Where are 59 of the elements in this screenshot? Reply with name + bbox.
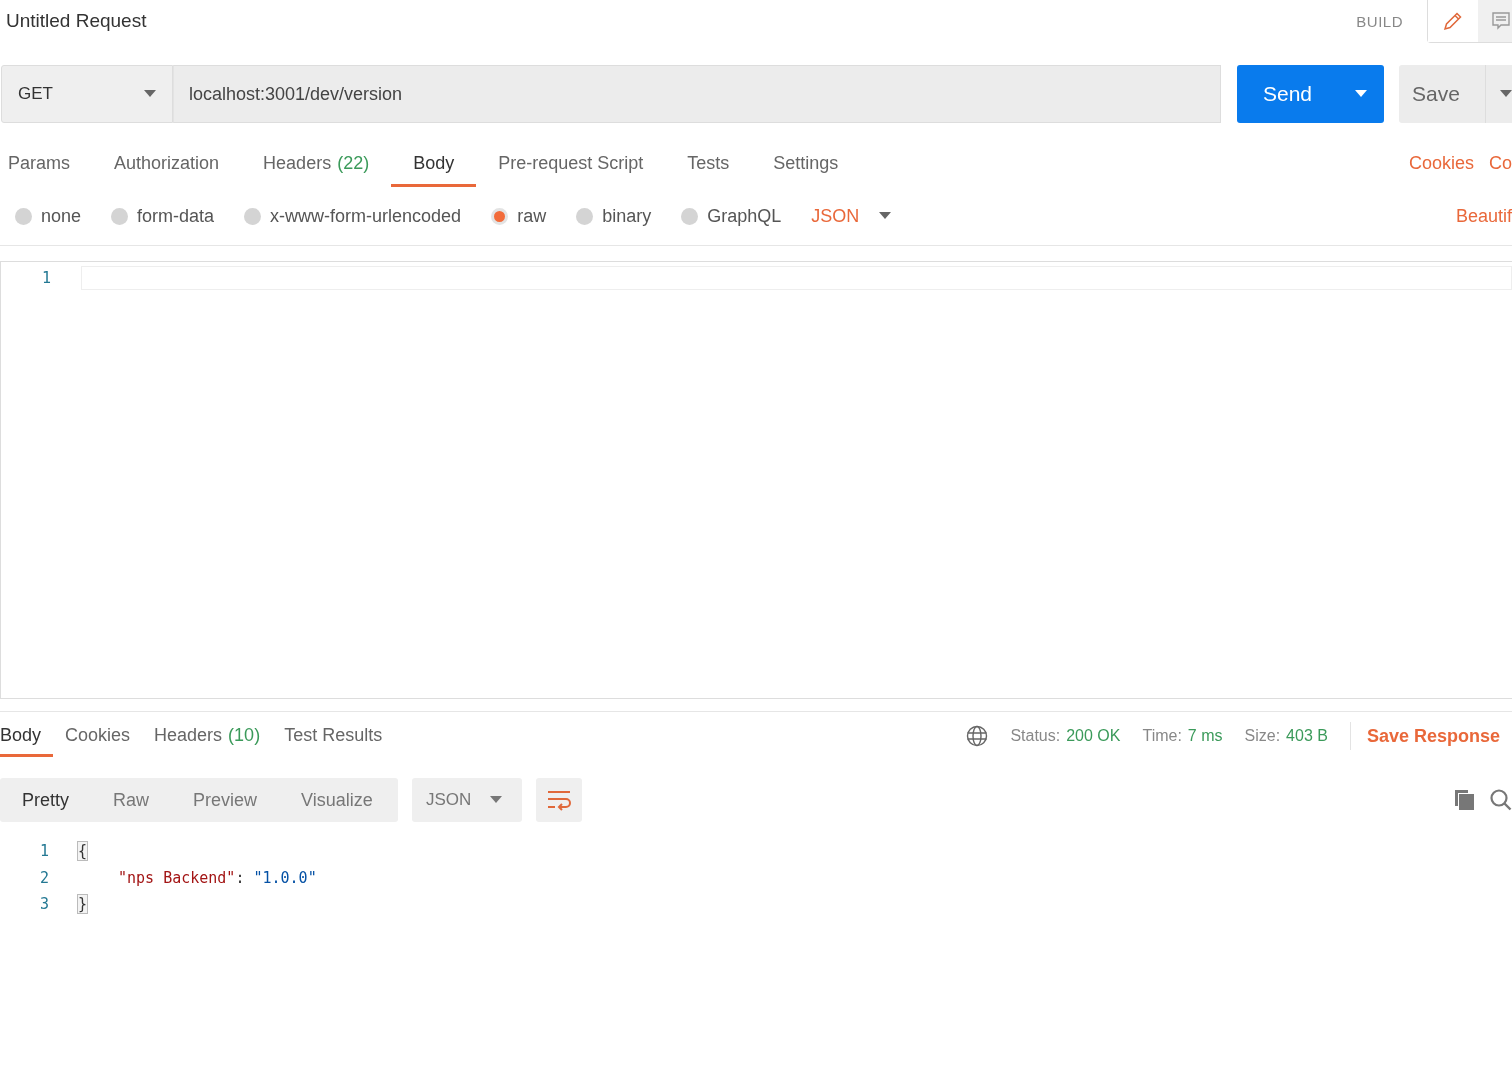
search-icon[interactable] <box>1490 788 1512 812</box>
save-button[interactable]: Save <box>1399 65 1512 123</box>
radio-dot[interactable] <box>681 207 699 225</box>
method-dropdown[interactable]: GET <box>1 65 173 123</box>
mode-label: BUILD <box>1356 12 1403 30</box>
caret-icon[interactable] <box>1500 90 1512 98</box>
response-format-dropdown[interactable]: JSON <box>412 778 522 822</box>
cookies-link[interactable]: Cookies <box>1408 153 1474 174</box>
request-tab[interactable]: Authorization <box>92 143 242 187</box>
request-tab[interactable]: Params <box>0 143 92 187</box>
view-mode-tab[interactable]: Raw <box>113 789 150 811</box>
response-tab[interactable]: Test Results <box>272 715 395 757</box>
radio-dot[interactable] <box>576 207 594 225</box>
wrap-lines-button[interactable] <box>536 778 582 822</box>
line-number: 2 <box>38 868 49 887</box>
beautify-link[interactable]: Beautif <box>1455 205 1512 227</box>
request-tab[interactable]: Pre-request Script <box>476 143 666 187</box>
response-tab[interactable]: Cookies <box>53 715 143 757</box>
request-title: Untitled Request <box>6 10 147 32</box>
view-mode-tab[interactable]: Visualize <box>301 789 373 811</box>
send-button[interactable]: Send <box>1237 65 1384 123</box>
line-number: 1 <box>38 842 49 861</box>
wrap-icon <box>546 789 572 811</box>
request-tab[interactable]: Body <box>391 143 477 187</box>
request-body-editor[interactable]: 1 <box>0 261 1512 699</box>
save-response-button[interactable]: Save Response <box>1366 725 1500 747</box>
radio-dot[interactable] <box>244 207 262 225</box>
radio-dot[interactable] <box>491 207 509 225</box>
line-number: 1 <box>40 269 51 287</box>
body-type-radio[interactable]: binary <box>576 205 652 227</box>
caret-icon <box>490 796 502 804</box>
request-tab[interactable]: Settings <box>751 143 861 187</box>
line-number: 3 <box>38 895 49 914</box>
copy-icon[interactable] <box>1452 788 1476 812</box>
radio-dot[interactable] <box>15 207 32 225</box>
caret-icon[interactable] <box>1355 90 1367 98</box>
code-line: "nps Backend": "1.0.0" <box>118 868 317 887</box>
view-mode-tab[interactable]: Preview <box>193 789 258 811</box>
body-type-radio[interactable]: x-www-form-urlencoded <box>244 205 462 227</box>
response-tab[interactable]: Headers (10) <box>142 715 273 757</box>
caret-icon <box>144 90 156 98</box>
url-field[interactable]: localhost:3001/dev/version <box>173 65 1221 123</box>
caret-icon <box>879 212 892 220</box>
request-tab[interactable]: Tests <box>665 143 752 187</box>
comment-icon[interactable] <box>1478 0 1512 42</box>
radio-dot[interactable] <box>111 207 129 225</box>
body-type-radio[interactable]: form-data <box>111 205 215 227</box>
globe-icon[interactable] <box>966 725 989 747</box>
cookies-link[interactable]: Co <box>1489 153 1512 174</box>
format-dropdown[interactable]: JSON <box>811 205 892 227</box>
request-tab[interactable]: Headers (22) <box>241 143 392 187</box>
response-stat: Size: 403 B <box>1244 727 1328 745</box>
view-mode-tab[interactable]: Pretty <box>22 789 69 811</box>
response-stat: Time: 7 ms <box>1142 727 1223 745</box>
body-type-radio[interactable]: GraphQL <box>681 205 782 227</box>
body-type-radio[interactable]: raw <box>491 205 547 227</box>
body-type-radio[interactable]: none <box>15 205 82 227</box>
response-tab[interactable]: Body <box>0 715 54 757</box>
response-stat: Status: 200 OK <box>1010 727 1121 745</box>
